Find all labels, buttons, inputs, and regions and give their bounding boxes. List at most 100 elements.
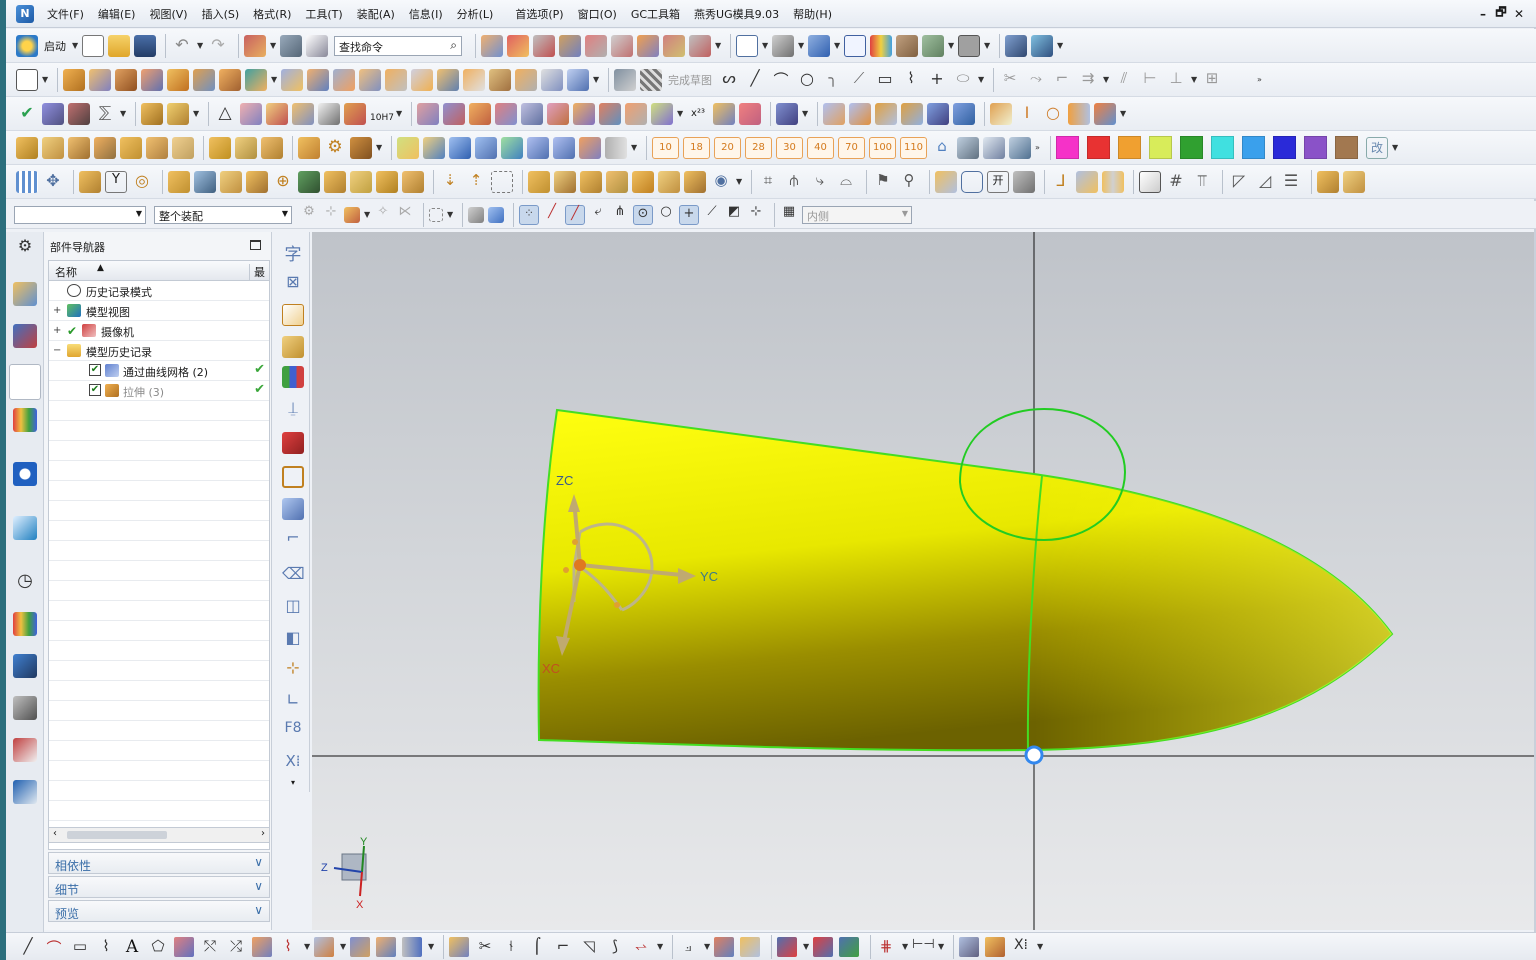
gear-icon[interactable]: ⚙ — [324, 137, 346, 159]
mold-base-icon[interactable] — [957, 136, 979, 159]
mold-dropdown-icon[interactable]: ▼ — [193, 109, 199, 118]
t-bracket-icon[interactable] — [1317, 170, 1339, 193]
rotation-handle[interactable] — [572, 539, 578, 545]
flag-icon[interactable]: ⚑ — [872, 171, 894, 193]
brush-icon[interactable]: ⍊ — [282, 398, 304, 420]
menu-edit[interactable]: 编辑(E) — [91, 6, 143, 22]
text-cursor-icon[interactable]: I — [1016, 103, 1038, 125]
trim-curve-icon[interactable]: ✂ — [475, 937, 495, 957]
color-grid-icon[interactable] — [282, 366, 304, 388]
edge-blend-icon[interactable] — [437, 68, 459, 91]
section-dropdown-icon[interactable]: ▼ — [704, 942, 710, 951]
process-studio-icon[interactable] — [13, 654, 37, 678]
menu-view[interactable]: 视图(V) — [142, 6, 194, 22]
clipping-icon[interactable] — [585, 34, 607, 57]
size-70-button[interactable]: 70 — [838, 136, 865, 159]
wrap-curve-icon[interactable] — [350, 936, 370, 957]
intersect-icon[interactable] — [359, 68, 381, 91]
wireframe-icon[interactable] — [844, 34, 866, 57]
cross-hatch-icon[interactable]: ⋕ — [876, 937, 896, 957]
crosshair-icon[interactable]: ⊹ — [282, 658, 304, 680]
rotation-handle[interactable] — [614, 602, 620, 608]
material-icon[interactable] — [896, 34, 918, 57]
variable-sweep-icon[interactable] — [115, 68, 137, 91]
rapid-dimension-icon[interactable]: ⊢ — [1139, 69, 1161, 91]
smooth-spline-icon[interactable]: ⟆ — [605, 937, 625, 957]
tube-icon[interactable] — [167, 68, 189, 91]
circle-outline-icon[interactable]: ○ — [1042, 103, 1064, 125]
report-icon[interactable] — [501, 136, 523, 159]
column-latest-header[interactable]: 最 — [249, 264, 265, 280]
measure-distance-icon[interactable]: ⊢⊣ — [912, 937, 935, 957]
wave-link-icon[interactable] — [849, 102, 871, 125]
trim-body-icon[interactable] — [385, 68, 407, 91]
chamfer-sketch-icon[interactable]: ⟋ — [848, 69, 870, 91]
shaded-edges-icon[interactable] — [772, 34, 794, 57]
point-icon[interactable]: + — [926, 69, 948, 91]
gray-bar-icon[interactable] — [605, 136, 627, 159]
point-on-face-icon[interactable] — [839, 936, 859, 957]
cooling-grid-icon[interactable] — [120, 136, 142, 159]
size-30-button[interactable]: 30 — [776, 136, 803, 159]
face-blend-icon[interactable] — [651, 102, 673, 125]
menu-yanxiu-mold[interactable]: 燕秀UG模具9.03 — [687, 6, 786, 22]
start-icon[interactable] — [16, 34, 38, 57]
red-cube-icon[interactable] — [282, 432, 304, 454]
mold-assembly-icon[interactable] — [167, 102, 189, 125]
fit-view-icon[interactable] — [736, 34, 758, 57]
mold-base-dropdown-icon[interactable]: » — [1035, 143, 1041, 152]
color-dropdown-icon[interactable]: ▼ — [1392, 143, 1398, 152]
pillar-icon[interactable] — [79, 170, 101, 193]
curve-tools-dropdown-icon[interactable]: ▼ — [304, 942, 310, 951]
shield-icon[interactable] — [953, 102, 975, 125]
line-icon[interactable]: ╱ — [744, 69, 766, 91]
expand-icon[interactable]: + — [53, 325, 61, 336]
wcs-icon[interactable] — [689, 34, 711, 57]
open-mold-icon[interactable] — [397, 136, 419, 159]
color-cyan-button[interactable] — [1211, 136, 1234, 159]
measure-body-icon[interactable] — [42, 102, 64, 125]
shell-icon[interactable] — [489, 68, 511, 91]
rectangle-tool-icon[interactable]: ▭ — [70, 937, 90, 957]
round-corner-icon[interactable] — [1013, 170, 1035, 193]
wedge-icon[interactable] — [209, 136, 231, 159]
orient-view-icon[interactable] — [481, 34, 503, 57]
pattern-feature-icon[interactable] — [219, 68, 241, 91]
sphere-icon[interactable] — [567, 68, 589, 91]
menu-window[interactable]: 窗口(O) — [571, 6, 624, 22]
layer-color-icon[interactable] — [958, 34, 980, 57]
offset-curve-icon[interactable]: ⇉ — [1077, 69, 1099, 91]
menu-tools[interactable]: 工具(T) — [298, 6, 349, 22]
divide-curve-icon[interactable]: ⫮ — [501, 937, 521, 957]
extract-curve-icon[interactable] — [314, 936, 334, 957]
stop-pin-icon[interactable] — [376, 170, 398, 193]
cross-box-icon[interactable]: ⊠ — [282, 272, 304, 294]
menu-file[interactable]: 文件(F) — [40, 6, 91, 22]
project-curve-icon[interactable]: ⤲ — [200, 937, 220, 957]
delete-x-icon[interactable]: X⁞ — [1011, 937, 1031, 957]
menu-assembly[interactable]: 装配(A) — [350, 6, 402, 22]
scrollbar-thumb[interactable] — [67, 831, 167, 839]
sleeve-icon[interactable] — [528, 170, 550, 193]
move-array-icon[interactable]: ✥ — [42, 171, 64, 193]
history-clock-icon[interactable]: ◷ — [13, 570, 37, 594]
corner-curve-icon[interactable]: ⌐ — [553, 937, 573, 957]
system-scenes-icon[interactable] — [13, 780, 37, 804]
scroll-right-icon[interactable]: › — [261, 828, 265, 839]
undo-icon[interactable]: ↶ — [171, 35, 193, 57]
runner-icon[interactable] — [172, 136, 194, 159]
export-icon[interactable] — [475, 136, 497, 159]
dependencies-panel[interactable]: 相依性 ∨ — [48, 852, 270, 874]
angle-plate-icon[interactable] — [1076, 170, 1098, 193]
plate-icon[interactable] — [235, 136, 257, 159]
download-icon[interactable] — [579, 136, 601, 159]
mold-tools-dropdown-icon[interactable]: ▼ — [631, 143, 637, 152]
size-100-button[interactable]: 100 — [869, 136, 896, 159]
text-a-icon[interactable]: A — [122, 937, 142, 957]
mirror-body-icon[interactable]: ◫ — [282, 596, 304, 618]
system-materials-icon[interactable] — [13, 612, 37, 636]
mold-std-dropdown-icon[interactable]: ▼ — [376, 143, 382, 152]
render-style-icon[interactable] — [507, 34, 529, 57]
frame-icon[interactable] — [282, 466, 304, 488]
collapse-icon[interactable]: − — [53, 345, 61, 356]
